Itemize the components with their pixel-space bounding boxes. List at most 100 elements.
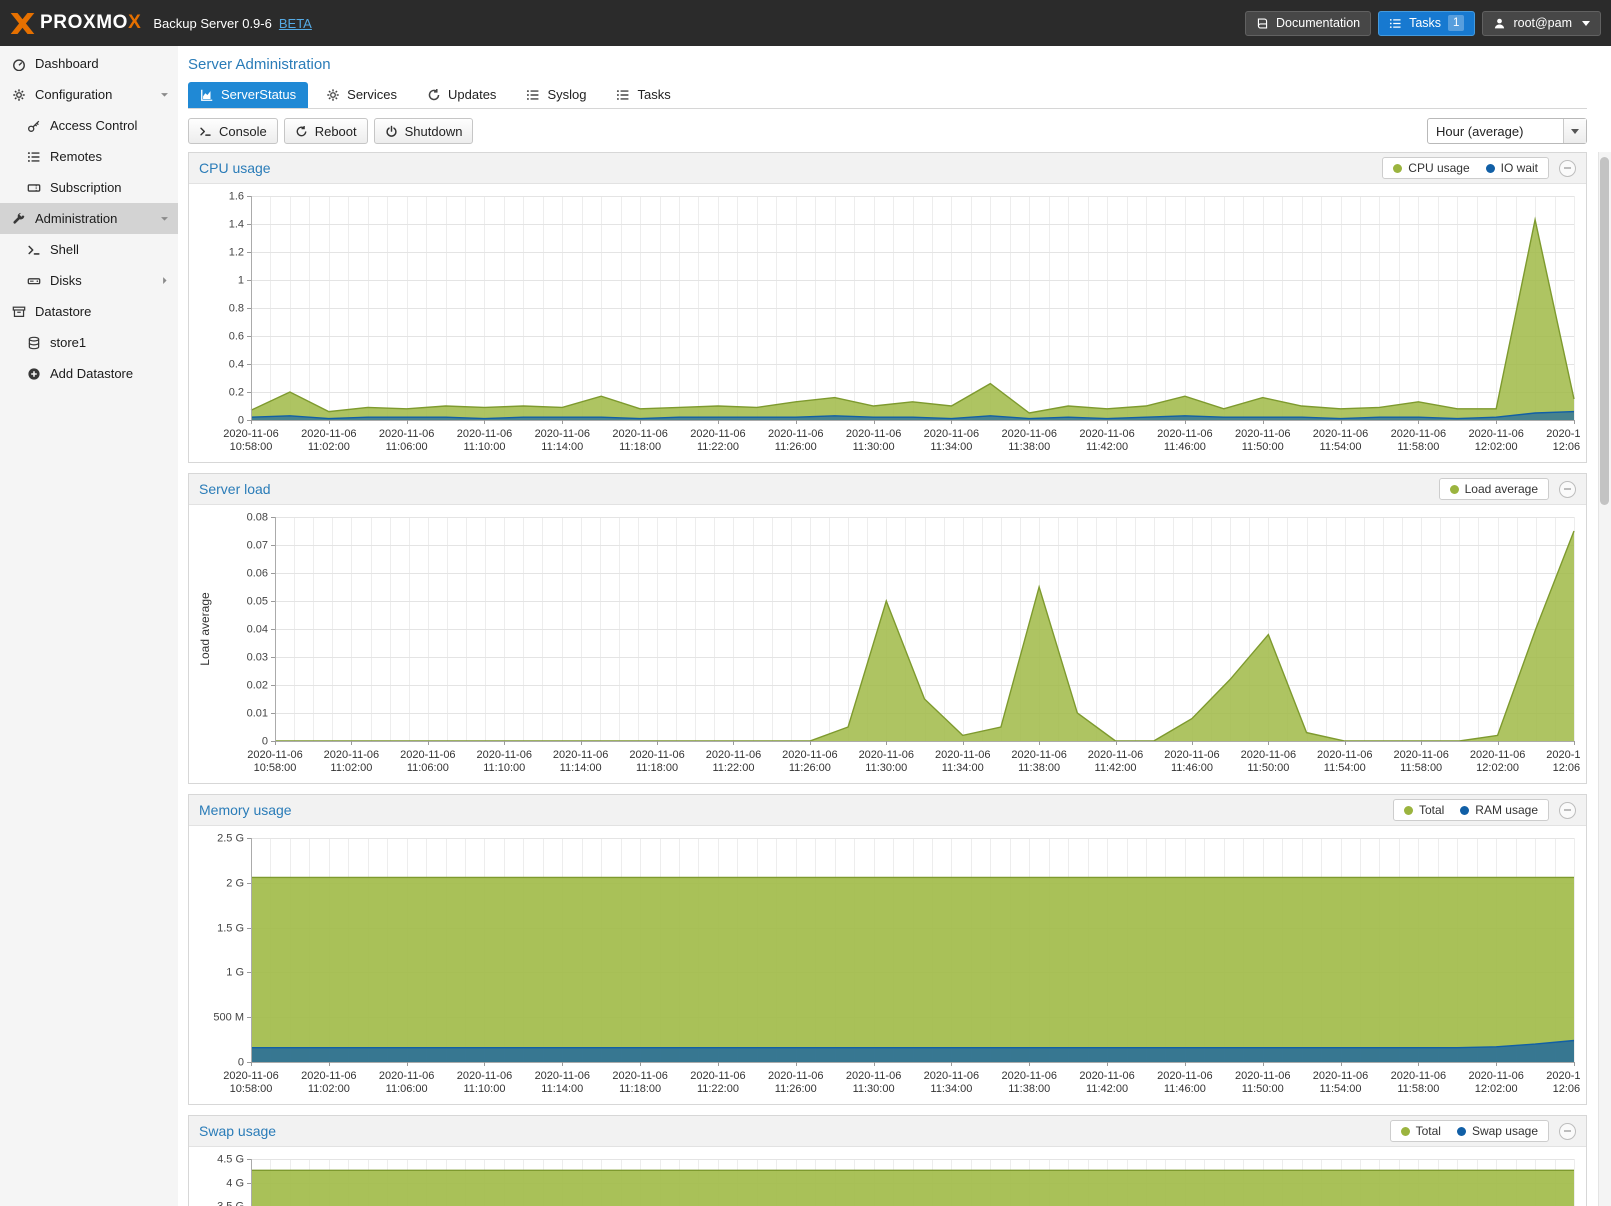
sidebar-item-disks[interactable]: Disks [0, 265, 178, 296]
panel-title: Swap usage [199, 1123, 276, 1139]
series-color-dot [1450, 485, 1459, 494]
series-color-dot [1393, 164, 1402, 173]
archive-icon [12, 305, 26, 319]
scrollbar-thumb[interactable] [1600, 157, 1609, 505]
timeframe-select[interactable]: Hour (average) [1427, 118, 1587, 144]
swap-usage-chart [195, 1151, 1580, 1206]
chevron-down-icon [1582, 21, 1590, 26]
chevron-right-icon [159, 275, 170, 286]
app-title: Backup Server 0.9-6 [153, 16, 272, 31]
collapse-panel-button[interactable] [1559, 481, 1576, 498]
collapse-panel-button[interactable] [1559, 160, 1576, 177]
series-color-dot [1401, 1127, 1410, 1136]
reboot-button[interactable]: Reboot [284, 118, 368, 144]
tab-tasks[interactable]: Tasks [604, 82, 682, 108]
book-icon [1256, 17, 1269, 30]
documentation-button[interactable]: Documentation [1245, 11, 1371, 36]
series-color-dot [1486, 164, 1495, 173]
cpu-usage-chart [195, 188, 1580, 460]
user-menu-button[interactable]: root@pam [1482, 11, 1601, 36]
sidebar-item-subscription[interactable]: Subscription [0, 172, 178, 203]
chart-legend: Total Swap usage [1390, 1120, 1549, 1142]
tab-services[interactable]: Services [314, 82, 409, 108]
tab-syslog[interactable]: Syslog [514, 82, 598, 108]
refresh-icon [427, 88, 441, 102]
panel-header: Swap usage Total Swap usage [189, 1116, 1586, 1147]
sidebar-nav: Dashboard Configuration Access Control R… [0, 46, 178, 1206]
main-content: Server Administration ServerStatus Servi… [178, 46, 1611, 1206]
status-toolbar: Console Reboot Shutdown Hour (average) [188, 118, 1587, 144]
cpu-usage-panel: CPU usage CPU usage IO wait [188, 152, 1587, 463]
chevron-down-icon [159, 213, 170, 224]
sidebar-item-administration[interactable]: Administration [0, 203, 178, 234]
memory-usage-chart [195, 830, 1580, 1102]
legend-item: CPU usage [1393, 161, 1469, 175]
power-icon [385, 125, 398, 138]
legend-item: Total [1404, 803, 1444, 817]
key-icon [27, 119, 41, 133]
chart-legend: CPU usage IO wait [1382, 157, 1549, 179]
sidebar-item-add-datastore[interactable]: Add Datastore [0, 358, 178, 389]
chart-area [189, 1147, 1586, 1206]
plus-circle-icon [27, 367, 41, 381]
legend-item: Swap usage [1457, 1124, 1538, 1138]
wrench-icon [12, 212, 26, 226]
sidebar-item-access-control[interactable]: Access Control [0, 110, 178, 141]
panel-header: Server load Load average [189, 474, 1586, 505]
proxmox-wordmark: PROXMOX [40, 12, 141, 34]
legend-item: IO wait [1486, 161, 1538, 175]
legend-item: Total [1401, 1124, 1441, 1138]
swap-usage-panel: Swap usage Total Swap usage [188, 1115, 1587, 1206]
list-icon [27, 150, 41, 164]
sidebar-item-remotes[interactable]: Remotes [0, 141, 178, 172]
chevron-down-icon [159, 89, 170, 100]
series-color-dot [1460, 806, 1469, 815]
task-list-icon [1389, 17, 1402, 30]
chart-panels: CPU usage CPU usage IO wait [188, 152, 1587, 1206]
database-icon [27, 336, 41, 350]
tasks-count-badge: 1 [1448, 15, 1464, 31]
panel-title: Server load [199, 481, 271, 497]
gear-icon [326, 88, 340, 102]
hdd-icon [27, 274, 41, 288]
panel-header: CPU usage CPU usage IO wait [189, 153, 1586, 184]
vertical-scrollbar[interactable] [1598, 152, 1611, 1206]
collapse-panel-button[interactable] [1559, 802, 1576, 819]
user-icon [1493, 17, 1506, 30]
sidebar-item-shell[interactable]: Shell [0, 234, 178, 265]
tab-serverstatus[interactable]: ServerStatus [188, 82, 308, 108]
tab-bar: ServerStatus Services Updates Syslog Tas… [188, 82, 1587, 109]
sidebar-item-configuration[interactable]: Configuration [0, 79, 178, 110]
tasks-button[interactable]: Tasks 1 [1378, 11, 1475, 36]
chevron-down-icon [1571, 129, 1579, 134]
proxmox-x-icon [10, 13, 35, 34]
terminal-icon [27, 243, 41, 257]
proxmox-logo: PROXMOX [10, 12, 141, 34]
chart-area [189, 826, 1586, 1104]
sidebar-item-dashboard[interactable]: Dashboard [0, 48, 178, 79]
reboot-icon [295, 125, 308, 138]
list-icon [616, 88, 630, 102]
combo-trigger[interactable] [1563, 119, 1586, 143]
series-color-dot [1457, 1127, 1466, 1136]
sidebar-item-store1[interactable]: store1 [0, 327, 178, 358]
series-color-dot [1404, 806, 1413, 815]
area-chart-icon [200, 88, 214, 102]
list-icon [526, 88, 540, 102]
server-load-chart [195, 509, 1580, 781]
chart-legend: Load average [1439, 478, 1549, 500]
beta-link[interactable]: BETA [279, 16, 312, 31]
tab-updates[interactable]: Updates [415, 82, 508, 108]
ticket-icon [27, 181, 41, 195]
chart-area [189, 505, 1586, 783]
panel-title: CPU usage [199, 160, 271, 176]
console-button[interactable]: Console [188, 118, 278, 144]
panel-header: Memory usage Total RAM usage [189, 795, 1586, 826]
sidebar-item-datastore[interactable]: Datastore [0, 296, 178, 327]
collapse-panel-button[interactable] [1559, 1123, 1576, 1140]
server-load-panel: Server load Load average [188, 473, 1587, 784]
terminal-icon [199, 125, 212, 138]
chart-legend: Total RAM usage [1393, 799, 1549, 821]
shutdown-button[interactable]: Shutdown [374, 118, 474, 144]
panel-title: Memory usage [199, 802, 292, 818]
